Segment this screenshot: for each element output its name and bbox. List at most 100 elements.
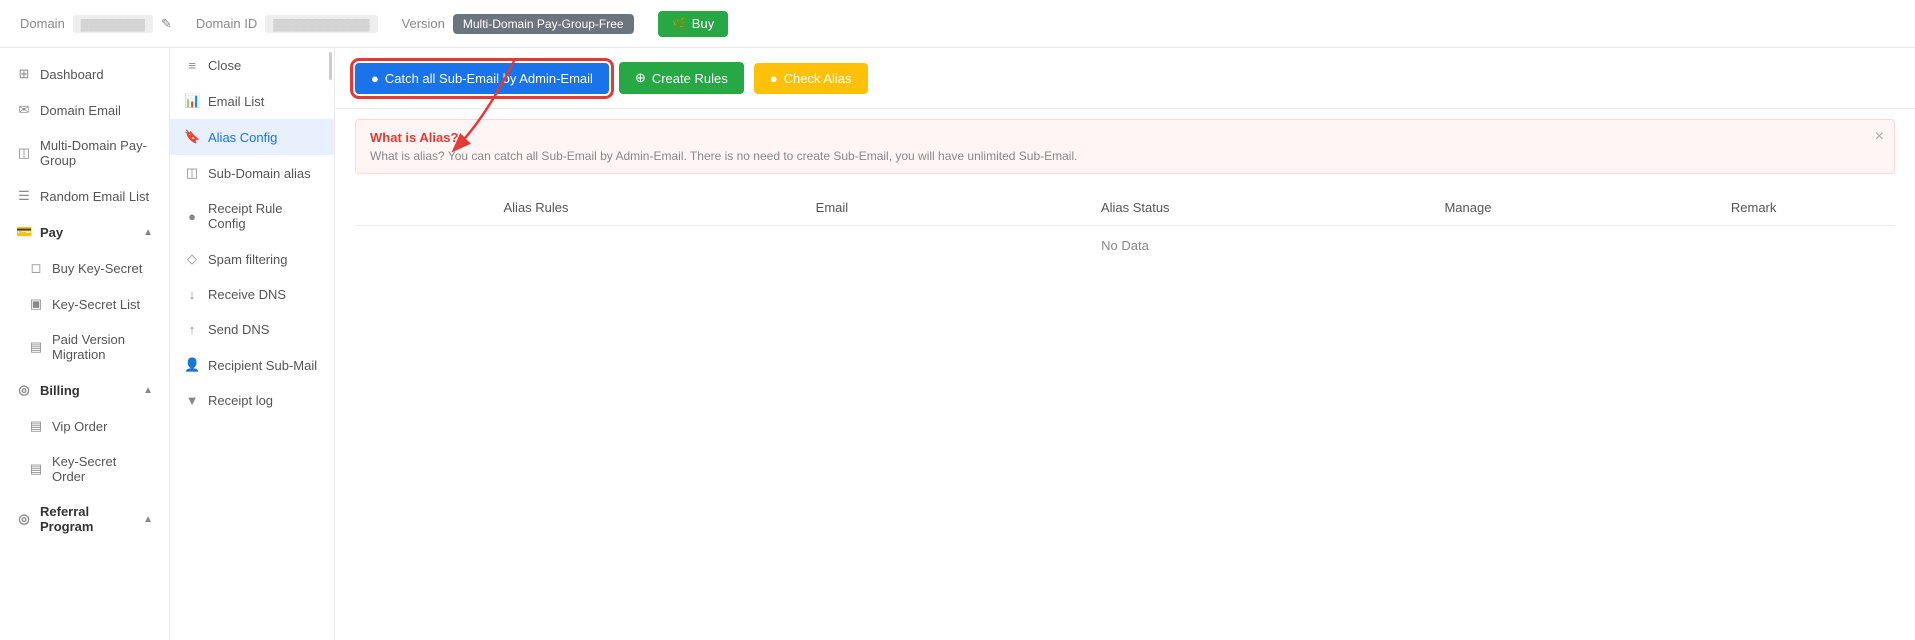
nav-label-key-secret-list: Key-Secret List: [52, 297, 140, 312]
check-alias-button[interactable]: ● Check Alias: [754, 63, 868, 94]
action-bar: ● Catch all Sub-Email by Admin-Email ⊕ C…: [335, 48, 1915, 109]
nav-label-pay: Pay: [40, 225, 63, 240]
sub-item-spam-filtering[interactable]: ◇ Spam filtering: [170, 241, 334, 277]
no-data-row: No Data: [355, 226, 1895, 266]
col-alias-rules: Alias Rules: [355, 190, 717, 226]
nav-item-key-secret-order[interactable]: ▤ Key-Secret Order: [0, 444, 169, 494]
sub-item-receipt-rule-config[interactable]: ● Receipt Rule Config: [170, 191, 334, 241]
buy-icon: 🌿: [672, 16, 688, 32]
sub-item-alias-config[interactable]: 🔖 Alias Config: [170, 119, 334, 155]
nav-item-key-secret-list[interactable]: ▣ Key-Secret List: [0, 286, 169, 322]
multi-domain-icon: ◫: [16, 145, 32, 161]
col-manage: Manage: [1324, 190, 1613, 226]
left-nav: ⊞ Dashboard ✉ Domain Email ◫ Multi-Domai…: [0, 48, 170, 640]
nav-label-domain-email: Domain Email: [40, 103, 121, 118]
referral-arrow-icon: ▲: [143, 514, 153, 525]
sub-item-label-receipt-log: Receipt log: [208, 393, 273, 408]
nav-label-buy-key-secret: Buy Key-Secret: [52, 261, 142, 276]
nav-item-domain-email[interactable]: ✉ Domain Email: [0, 92, 169, 128]
sub-item-email-list[interactable]: 📊 Email List: [170, 83, 334, 119]
receipt-log-icon: ▼: [184, 393, 200, 408]
catch-icon: ●: [371, 71, 379, 86]
sub-item-send-dns[interactable]: ↑ Send DNS: [170, 312, 334, 347]
nav-item-vip-order[interactable]: ▤ Vip Order: [0, 408, 169, 444]
sub-item-label-close: Close: [208, 58, 241, 73]
sub-item-receipt-log[interactable]: ▼ Receipt log: [170, 383, 334, 418]
nav-label-referral-program: Referral Program: [40, 504, 135, 534]
content-area: ● Catch all Sub-Email by Admin-Email ⊕ C…: [335, 48, 1915, 640]
nav-label-multi-domain: Multi-Domain Pay-Group: [40, 138, 153, 168]
table-header: Alias Rules Email Alias Status Manage Re…: [355, 190, 1895, 226]
billing-arrow-icon: ▲: [143, 385, 153, 396]
table-container: Alias Rules Email Alias Status Manage Re…: [335, 174, 1915, 281]
recipient-sub-mail-icon: 👤: [184, 357, 200, 373]
buy-button[interactable]: 🌿 Buy: [658, 11, 729, 37]
sub-item-close[interactable]: ≡ Close: [170, 48, 334, 83]
scroll-indicator: [329, 52, 332, 80]
domain-edit-icon[interactable]: ✎: [161, 16, 172, 32]
nav-item-paid-version-migration[interactable]: ▤ Paid Version Migration: [0, 322, 169, 372]
close-menu-icon: ≡: [184, 58, 200, 73]
send-dns-icon: ↑: [184, 322, 200, 337]
domain-id-label: Domain ID: [196, 16, 257, 31]
sub-item-label-recipient: Recipient Sub-Mail: [208, 358, 317, 373]
nav-item-billing[interactable]: ◎ Billing ▲: [0, 372, 169, 408]
sub-domain-alias-icon: ◫: [184, 165, 200, 181]
table-body: No Data: [355, 226, 1895, 266]
version-badge: Multi-Domain Pay-Group-Free: [453, 14, 634, 34]
nav-item-dashboard[interactable]: ⊞ Dashboard: [0, 56, 169, 92]
domain-id-section: Domain ID ▓▓▓▓▓▓▓▓▓▓▓▓: [196, 15, 378, 33]
domain-value: ▓▓▓▓▓▓▓▓: [73, 15, 153, 33]
sub-sidebar: ≡ Close 📊 Email List 🔖 Alias Config ◫ Su…: [170, 48, 335, 640]
version-section: Version Multi-Domain Pay-Group-Free: [402, 14, 634, 34]
alias-table: Alias Rules Email Alias Status Manage Re…: [355, 190, 1895, 265]
sub-item-label-receive-dns: Receive DNS: [208, 287, 286, 302]
nav-label-billing: Billing: [40, 383, 80, 398]
sub-item-label-spam: Spam filtering: [208, 252, 287, 267]
nav-item-multi-domain[interactable]: ◫ Multi-Domain Pay-Group: [0, 128, 169, 178]
sub-item-recipient-sub-mail[interactable]: 👤 Recipient Sub-Mail: [170, 347, 334, 383]
catch-label: Catch all Sub-Email by Admin-Email: [385, 71, 593, 86]
key-secret-list-icon: ▣: [28, 296, 44, 312]
domain-email-icon: ✉: [16, 102, 32, 118]
info-banner: What is Alias? What is alias? You can ca…: [355, 119, 1895, 174]
random-email-icon: ☰: [16, 188, 32, 204]
receipt-rule-icon: ●: [184, 209, 200, 224]
buy-key-secret-icon: ◻: [28, 260, 44, 276]
sub-item-sub-domain-alias[interactable]: ◫ Sub-Domain alias: [170, 155, 334, 191]
nav-item-random-email[interactable]: ☰ Random Email List: [0, 178, 169, 214]
sub-item-receive-dns[interactable]: ↓ Receive DNS: [170, 277, 334, 312]
info-banner-close-button[interactable]: ×: [1875, 128, 1884, 146]
col-alias-status: Alias Status: [947, 190, 1324, 226]
info-banner-description: What is alias? You can catch all Sub-Ema…: [370, 149, 1880, 163]
domain-section: Domain ▓▓▓▓▓▓▓▓ ✎: [20, 15, 172, 33]
pay-icon: 💳: [16, 224, 32, 240]
check-label: Check Alias: [784, 71, 852, 86]
version-label: Version: [402, 16, 445, 31]
nav-label-key-secret-order: Key-Secret Order: [52, 454, 153, 484]
catch-all-sub-email-button[interactable]: ● Catch all Sub-Email by Admin-Email: [355, 63, 609, 94]
create-icon: ⊕: [635, 70, 646, 86]
domain-id-value: ▓▓▓▓▓▓▓▓▓▓▓▓: [265, 15, 377, 33]
receive-dns-icon: ↓: [184, 287, 200, 302]
create-label: Create Rules: [652, 71, 728, 86]
nav-label-random-email: Random Email List: [40, 189, 149, 204]
check-icon: ●: [770, 71, 778, 86]
sub-item-label-sub-domain-alias: Sub-Domain alias: [208, 166, 311, 181]
pay-arrow-icon: ▲: [143, 227, 153, 238]
create-rules-button[interactable]: ⊕ Create Rules: [619, 62, 744, 94]
nav-label-vip-order: Vip Order: [52, 419, 107, 434]
referral-icon: ◎: [16, 511, 32, 527]
dashboard-icon: ⊞: [16, 66, 32, 82]
nav-item-pay[interactable]: 💳 Pay ▲: [0, 214, 169, 250]
nav-label-dashboard: Dashboard: [40, 67, 104, 82]
key-secret-order-icon: ▤: [28, 461, 44, 477]
paid-version-icon: ▤: [28, 339, 44, 355]
main-layout: ⊞ Dashboard ✉ Domain Email ◫ Multi-Domai…: [0, 48, 1915, 640]
nav-item-referral-program[interactable]: ◎ Referral Program ▲: [0, 494, 169, 544]
buy-label: Buy: [692, 16, 714, 31]
nav-item-buy-key-secret[interactable]: ◻ Buy Key-Secret: [0, 250, 169, 286]
vip-order-icon: ▤: [28, 418, 44, 434]
info-banner-title: What is Alias?: [370, 130, 1880, 145]
col-remark: Remark: [1612, 190, 1895, 226]
